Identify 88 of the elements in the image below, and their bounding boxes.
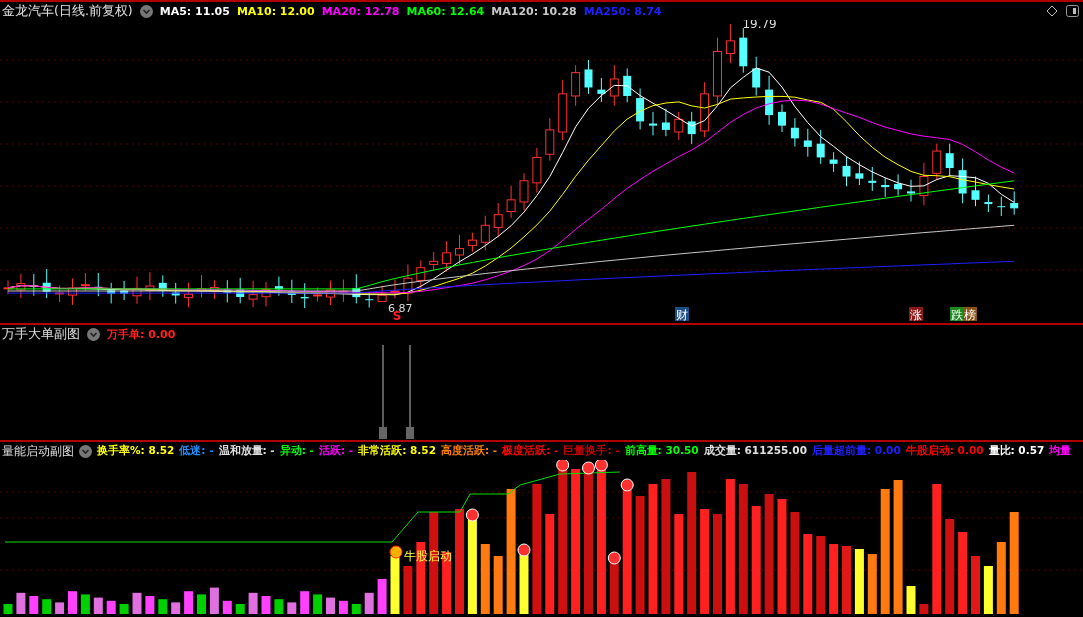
volume-bar: [480, 544, 490, 614]
volume-bar: [132, 592, 142, 614]
volume-bar: [854, 549, 864, 614]
indicator-value: 后量超前量: 0.00: [811, 444, 901, 458]
volume-bar: [106, 600, 116, 614]
volume-bar: [338, 600, 348, 614]
volume-bar: [222, 600, 232, 614]
indicator-value: 换手率%: 8.52: [97, 444, 175, 458]
indicator-value: MA10: 12.00: [236, 4, 315, 18]
volume-bar: [996, 542, 1006, 614]
volume-bar: [609, 562, 619, 614]
volume-bar: [416, 542, 426, 614]
volume-bar: [145, 596, 155, 614]
diamond-icon[interactable]: [1046, 5, 1058, 17]
indicator-value: MA250: 8.74: [583, 4, 662, 18]
indicator-value: 巨量换手: -: [563, 444, 620, 458]
volume-bar: [983, 566, 993, 614]
signal-icon: [389, 545, 403, 559]
ball-icon: [517, 543, 531, 557]
indicator-value: 异动: -: [279, 444, 314, 458]
volume-bar: [519, 554, 529, 614]
volume-bar: [906, 586, 916, 614]
volume-bar: [93, 597, 103, 614]
volume-bar: [493, 556, 503, 614]
indicator-value: 前高量: 30.50: [624, 444, 699, 458]
dropdown-icon[interactable]: [79, 444, 92, 458]
volume-bar: [171, 602, 181, 614]
indicator-value: MA120: 10.28: [491, 4, 577, 18]
indicator-value: 极度活跃: -: [502, 444, 559, 458]
event-badge[interactable]: 跌: [950, 307, 964, 322]
ball-icon: [620, 478, 634, 492]
indicator-value: MA20: 12.78: [321, 4, 400, 18]
price-label: 19.79: [742, 20, 777, 32]
volume-bar: [55, 602, 65, 614]
indicator-value: 低迷: -: [179, 444, 214, 458]
dropdown-icon[interactable]: [87, 327, 100, 341]
volume-bar: [287, 602, 297, 614]
indicator-value: 万手单: 0.00: [107, 326, 176, 342]
volume-bar: [971, 556, 980, 614]
indicator-value: 温和放量: -: [218, 444, 275, 458]
volume-bar: [80, 594, 90, 614]
indicator-value: MA5: 11.05: [159, 4, 230, 18]
event-badge[interactable]: 涨: [909, 307, 923, 322]
volume-bar: [842, 546, 851, 614]
volume-bar: [16, 592, 26, 614]
panel-title: 万手大单副图: [2, 325, 80, 343]
event-badge[interactable]: 财: [675, 307, 689, 322]
volume-bar: [390, 556, 400, 614]
indicator-value: 均量: [1049, 444, 1072, 458]
volume-bar: [68, 591, 77, 614]
panel-title: 量能启动副图: [2, 443, 74, 459]
volume-bar: [403, 566, 413, 614]
ball-icon: [607, 551, 621, 565]
indicator-value: 牛股启动: 0.00: [905, 444, 984, 458]
volume-bar: [235, 604, 245, 614]
volume-bar: [364, 592, 374, 614]
volume-bar: [326, 597, 335, 614]
volume-bar: [300, 591, 310, 614]
ball-icon: [465, 508, 479, 522]
volume-bar: [209, 587, 219, 614]
indicator-value: 非常活跃: 8.52: [358, 444, 436, 458]
volume-bar: [261, 596, 271, 614]
volume-bar: [197, 594, 206, 614]
volume-bar: [42, 599, 52, 614]
indicator-value: 活跃: -: [318, 444, 354, 458]
indicator-value: 高度活跃: -: [440, 444, 498, 458]
indicator-value: 成交量: 611255.00: [703, 444, 807, 458]
volume-bar: [158, 599, 168, 614]
volume-bar: [829, 544, 839, 614]
volume-bar: [3, 604, 13, 614]
volume-bar: [184, 591, 194, 614]
indicator-value: 量比: 0.57: [988, 444, 1045, 458]
volume-bar: [29, 596, 39, 614]
volume-bar: [313, 594, 323, 614]
event-badge[interactable]: 榜: [963, 307, 977, 322]
panel-toggle-icon[interactable]: [1066, 5, 1079, 17]
volume-bar: [119, 604, 129, 614]
dropdown-icon[interactable]: [139, 4, 153, 18]
volume-bar: [377, 579, 387, 614]
volume-bar: [351, 604, 361, 614]
ball-icon: [582, 461, 595, 475]
volume-bar: [442, 552, 452, 614]
volume-bar: [867, 554, 877, 614]
indicator-value: MA60: 12.64: [406, 4, 485, 18]
volume-bar: [919, 604, 929, 614]
volume-bar: [248, 592, 258, 614]
volume-bar: [274, 599, 284, 614]
panel-title: 金龙汽车(日线.前复权): [2, 2, 133, 20]
